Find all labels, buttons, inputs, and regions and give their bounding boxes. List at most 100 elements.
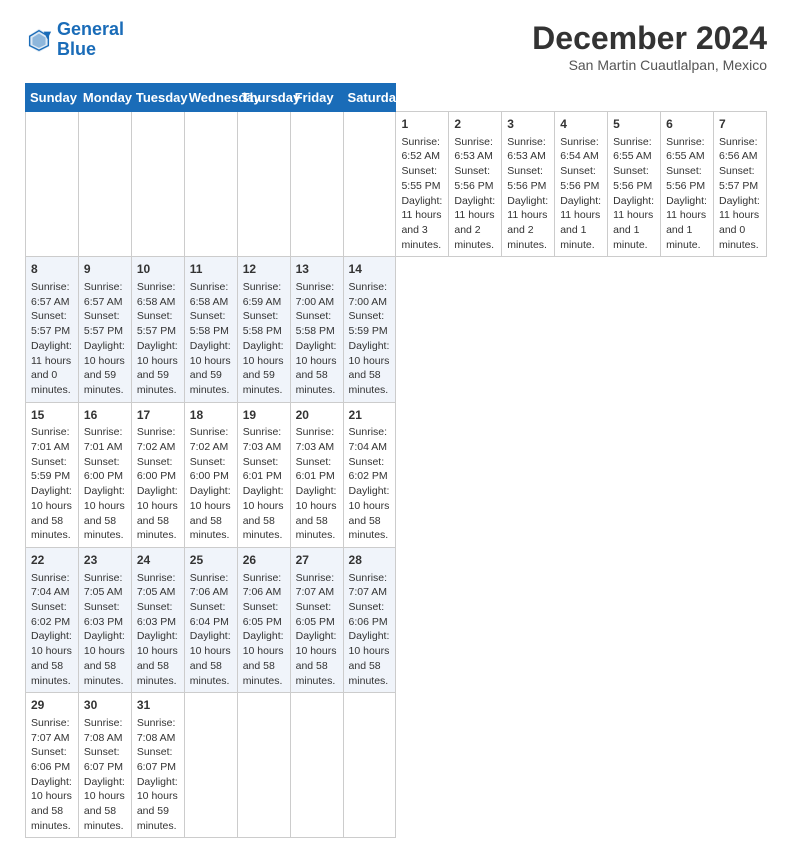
day-of-week-header: Friday — [290, 84, 343, 112]
day-number: 26 — [243, 552, 285, 569]
calendar-cell: 13Sunrise: 7:00 AMSunset: 5:58 PMDayligh… — [290, 257, 343, 402]
day-info: Daylight: 11 hours and 1 minute. — [560, 194, 602, 253]
day-info: Sunset: 5:56 PM — [507, 164, 549, 193]
calendar-table: SundayMondayTuesdayWednesdayThursdayFrid… — [25, 83, 767, 838]
day-info: Sunrise: 7:02 AM — [137, 425, 179, 454]
calendar-cell: 5Sunrise: 6:55 AMSunset: 5:56 PMDaylight… — [608, 112, 661, 257]
day-info: Daylight: 11 hours and 2 minutes. — [507, 194, 549, 253]
calendar-cell — [26, 112, 79, 257]
day-of-week-header: Wednesday — [184, 84, 237, 112]
day-info: Sunset: 5:57 PM — [31, 309, 73, 338]
calendar-cell: 31Sunrise: 7:08 AMSunset: 6:07 PMDayligh… — [131, 693, 184, 838]
day-info: Sunset: 5:57 PM — [719, 164, 761, 193]
day-number: 25 — [190, 552, 232, 569]
day-info: Sunset: 5:57 PM — [137, 309, 179, 338]
calendar-cell: 6Sunrise: 6:55 AMSunset: 5:56 PMDaylight… — [661, 112, 714, 257]
day-info: Daylight: 11 hours and 2 minutes. — [454, 194, 496, 253]
calendar-cell — [184, 112, 237, 257]
day-number: 3 — [507, 116, 549, 133]
header: General Blue December 2024 San Martin Cu… — [25, 20, 767, 73]
day-info: Sunrise: 6:53 AM — [507, 135, 549, 164]
title-area: December 2024 San Martin Cuautlalpan, Me… — [532, 20, 767, 73]
calendar-cell: 19Sunrise: 7:03 AMSunset: 6:01 PMDayligh… — [237, 402, 290, 547]
day-info: Sunrise: 6:55 AM — [666, 135, 708, 164]
day-info: Daylight: 10 hours and 58 minutes. — [349, 629, 391, 688]
calendar-cell: 15Sunrise: 7:01 AMSunset: 5:59 PMDayligh… — [26, 402, 79, 547]
calendar-cell: 22Sunrise: 7:04 AMSunset: 6:02 PMDayligh… — [26, 547, 79, 692]
day-info: Daylight: 10 hours and 58 minutes. — [31, 775, 73, 834]
calendar-body: 1Sunrise: 6:52 AMSunset: 5:55 PMDaylight… — [26, 112, 767, 838]
day-info: Sunrise: 7:08 AM — [84, 716, 126, 745]
calendar-cell: 29Sunrise: 7:07 AMSunset: 6:06 PMDayligh… — [26, 693, 79, 838]
day-number: 21 — [349, 407, 391, 424]
day-info: Sunset: 6:01 PM — [243, 455, 285, 484]
day-info: Sunset: 6:04 PM — [190, 600, 232, 629]
day-info: Sunrise: 7:01 AM — [84, 425, 126, 454]
day-number: 22 — [31, 552, 73, 569]
day-info: Sunset: 6:06 PM — [349, 600, 391, 629]
calendar-cell — [184, 693, 237, 838]
day-info: Daylight: 10 hours and 58 minutes. — [296, 629, 338, 688]
day-number: 9 — [84, 261, 126, 278]
day-info: Daylight: 10 hours and 58 minutes. — [31, 629, 73, 688]
day-info: Sunrise: 7:05 AM — [84, 571, 126, 600]
day-info: Sunset: 5:56 PM — [613, 164, 655, 193]
day-info: Sunset: 6:07 PM — [137, 745, 179, 774]
calendar-cell — [78, 112, 131, 257]
day-info: Daylight: 10 hours and 58 minutes. — [296, 339, 338, 398]
day-info: Sunrise: 7:03 AM — [243, 425, 285, 454]
day-info: Daylight: 10 hours and 58 minutes. — [84, 629, 126, 688]
day-info: Daylight: 10 hours and 59 minutes. — [243, 339, 285, 398]
day-number: 19 — [243, 407, 285, 424]
calendar-cell: 23Sunrise: 7:05 AMSunset: 6:03 PMDayligh… — [78, 547, 131, 692]
day-info: Sunset: 6:05 PM — [296, 600, 338, 629]
calendar-cell: 7Sunrise: 6:56 AMSunset: 5:57 PMDaylight… — [713, 112, 766, 257]
logo-icon — [25, 26, 53, 54]
day-info: Daylight: 10 hours and 58 minutes. — [137, 484, 179, 543]
day-info: Daylight: 10 hours and 58 minutes. — [296, 484, 338, 543]
day-info: Sunrise: 6:59 AM — [243, 280, 285, 309]
day-info: Daylight: 11 hours and 3 minutes. — [401, 194, 443, 253]
day-info: Sunset: 5:55 PM — [401, 164, 443, 193]
day-info: Daylight: 10 hours and 59 minutes. — [137, 339, 179, 398]
day-of-week-header: Sunday — [26, 84, 79, 112]
day-of-week-header: Monday — [78, 84, 131, 112]
day-number: 18 — [190, 407, 232, 424]
day-info: Sunset: 6:03 PM — [84, 600, 126, 629]
calendar-week-row: 8Sunrise: 6:57 AMSunset: 5:57 PMDaylight… — [26, 257, 767, 402]
calendar-header-row: SundayMondayTuesdayWednesdayThursdayFrid… — [26, 84, 767, 112]
day-number: 14 — [349, 261, 391, 278]
calendar-cell — [290, 693, 343, 838]
calendar-cell: 9Sunrise: 6:57 AMSunset: 5:57 PMDaylight… — [78, 257, 131, 402]
day-info: Sunrise: 7:00 AM — [296, 280, 338, 309]
day-info: Sunset: 5:59 PM — [349, 309, 391, 338]
calendar-cell: 20Sunrise: 7:03 AMSunset: 6:01 PMDayligh… — [290, 402, 343, 547]
day-info: Sunrise: 6:57 AM — [31, 280, 73, 309]
day-info: Daylight: 11 hours and 0 minutes. — [719, 194, 761, 253]
day-info: Daylight: 10 hours and 58 minutes. — [84, 775, 126, 834]
calendar-week-row: 15Sunrise: 7:01 AMSunset: 5:59 PMDayligh… — [26, 402, 767, 547]
day-number: 1 — [401, 116, 443, 133]
day-info: Sunset: 6:00 PM — [137, 455, 179, 484]
day-info: Sunrise: 7:02 AM — [190, 425, 232, 454]
day-info: Sunset: 6:01 PM — [296, 455, 338, 484]
day-info: Daylight: 10 hours and 58 minutes. — [31, 484, 73, 543]
day-info: Sunrise: 6:56 AM — [719, 135, 761, 164]
calendar-week-row: 1Sunrise: 6:52 AMSunset: 5:55 PMDaylight… — [26, 112, 767, 257]
day-info: Daylight: 10 hours and 58 minutes. — [349, 484, 391, 543]
day-info: Sunset: 6:03 PM — [137, 600, 179, 629]
day-number: 17 — [137, 407, 179, 424]
day-info: Daylight: 10 hours and 58 minutes. — [243, 629, 285, 688]
day-number: 10 — [137, 261, 179, 278]
day-info: Sunset: 5:56 PM — [560, 164, 602, 193]
day-info: Daylight: 10 hours and 59 minutes. — [84, 339, 126, 398]
calendar-cell: 3 Sunrise: 6:53 AMSunset: 5:56 PMDaylight… — [502, 112, 555, 257]
day-info: Sunset: 5:56 PM — [454, 164, 496, 193]
day-info: Sunrise: 7:06 AM — [243, 571, 285, 600]
calendar-cell — [290, 112, 343, 257]
day-number: 4 — [560, 116, 602, 133]
day-info: Daylight: 11 hours and 1 minute. — [613, 194, 655, 253]
day-info: Sunrise: 7:04 AM — [31, 571, 73, 600]
day-number: 8 — [31, 261, 73, 278]
calendar-cell: 24Sunrise: 7:05 AMSunset: 6:03 PMDayligh… — [131, 547, 184, 692]
